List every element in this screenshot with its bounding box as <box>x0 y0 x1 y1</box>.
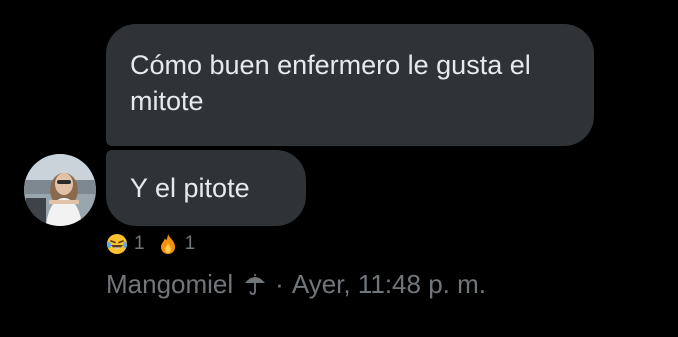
reaction-count: 1 <box>184 233 196 254</box>
message-meta: Mangomiel · Ayer, 11:48 p. m. <box>106 266 486 302</box>
reaction-fire[interactable]: 1 <box>157 233 196 255</box>
umbrella-icon <box>243 272 267 296</box>
laughing-tears-icon <box>106 233 128 255</box>
message-bubble[interactable]: Y el pitote <box>106 150 306 226</box>
fire-icon <box>157 233 179 255</box>
reaction-count: 1 <box>134 233 145 254</box>
message-text: Cómo buen enfermero le gusta el mitote <box>130 50 531 116</box>
message-bubble[interactable]: Cómo buen enfermero le gusta el mitote <box>106 24 594 146</box>
reactions-bar: 1 1 <box>106 231 201 257</box>
message-text: Y el pitote <box>130 173 250 203</box>
sender-name[interactable]: Mangomiel <box>106 266 233 302</box>
message-timestamp: Ayer, 11:48 p. m. <box>291 269 486 299</box>
avatar[interactable] <box>24 154 96 226</box>
meta-separator: · <box>275 269 284 299</box>
reaction-laugh[interactable]: 1 <box>106 233 145 255</box>
avatar-photo <box>24 154 96 226</box>
